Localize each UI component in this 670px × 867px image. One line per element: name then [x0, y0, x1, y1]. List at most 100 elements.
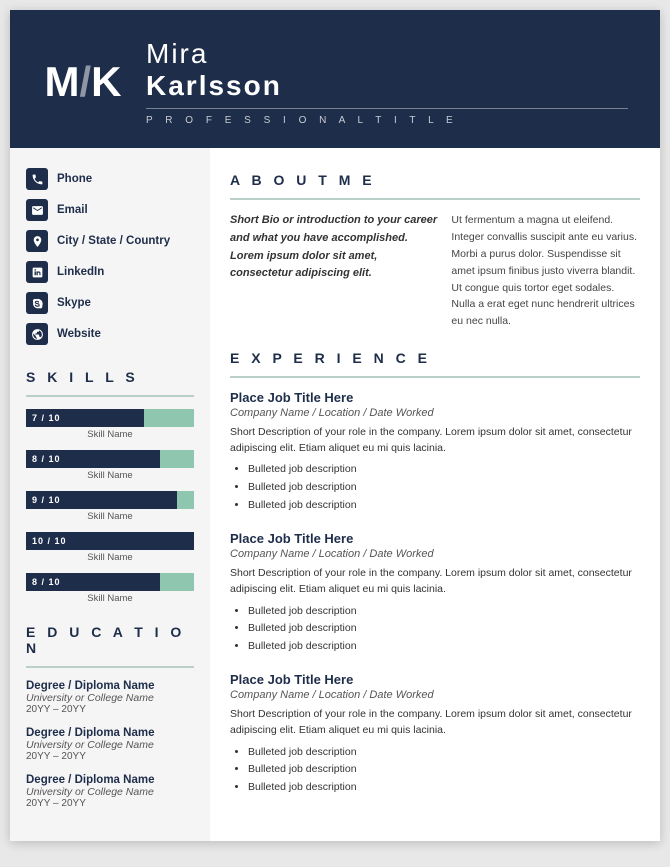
skill-score: 8 / 10: [26, 450, 61, 468]
header-professional-title: P R O F E S S I O N A L T I T L E: [146, 115, 628, 126]
skype-icon: [26, 292, 48, 314]
exp-company: Company Name / Location / Date Worked: [230, 407, 640, 419]
skill-bar-fill: [160, 573, 194, 591]
experience-divider: [230, 376, 640, 378]
skill-bar: 8 / 10: [26, 450, 194, 468]
contact-location: City / State / Country: [26, 230, 194, 252]
education-item: Degree / Diploma Name University or Coll…: [26, 774, 194, 809]
exp-title: Place Job Title Here: [230, 390, 640, 405]
exp-bullet: Bulleted job description: [248, 744, 640, 762]
exp-bullet: Bulleted job description: [248, 497, 640, 515]
experience-item: Place Job Title Here Company Name / Loca…: [230, 672, 640, 797]
skill-bar-fill: [177, 491, 194, 509]
experience-list: Place Job Title Here Company Name / Loca…: [230, 390, 640, 797]
skill-item: 10 / 10 Skill Name: [26, 532, 194, 563]
skill-bar: 7 / 10: [26, 409, 194, 427]
skill-score: 8 / 10: [26, 573, 61, 591]
skill-bar: 10 / 10: [26, 532, 194, 550]
about-section-title: A B O U T M E: [230, 172, 640, 188]
about-section: A B O U T M E Short Bio or introduction …: [230, 172, 640, 330]
header-name-block: Mira Karlsson P R O F E S S I O N A L T …: [146, 38, 628, 126]
skill-bar-fill: [144, 409, 194, 427]
exp-desc: Short Description of your role in the co…: [230, 706, 640, 739]
edu-degree: Degree / Diploma Name: [26, 680, 194, 692]
exp-bullet: Bulleted job description: [248, 638, 640, 656]
exp-company: Company Name / Location / Date Worked: [230, 548, 640, 560]
resume-header: M / K Mira Karlsson P R O F E S S I O N …: [10, 10, 660, 148]
about-bio-left: Short Bio or introduction to your career…: [230, 212, 437, 330]
exp-bullet: Bulleted job description: [248, 479, 640, 497]
exp-bullet: Bulleted job description: [248, 779, 640, 797]
contact-phone: Phone: [26, 168, 194, 190]
education-list: Degree / Diploma Name University or Coll…: [26, 680, 194, 809]
experience-section-title: E X P E R I E N C E: [230, 350, 640, 366]
skills-section: S K I L L S 7 / 10 Skill Name 8 / 10 Ski…: [26, 369, 194, 604]
exp-bullet: Bulleted job description: [248, 761, 640, 779]
contact-website-label: Website: [57, 328, 101, 340]
left-column: Phone Email City / State / Country: [10, 148, 210, 841]
edu-school: University or College Name: [26, 739, 194, 751]
edu-year: 20YY – 20YY: [26, 798, 194, 809]
edu-school: University or College Name: [26, 786, 194, 798]
logo-slash: /: [79, 61, 89, 103]
skills-list: 7 / 10 Skill Name 8 / 10 Skill Name 9 / …: [26, 409, 194, 604]
skill-item: 7 / 10 Skill Name: [26, 409, 194, 440]
contact-phone-label: Phone: [57, 173, 92, 185]
logo-initial-k: K: [91, 61, 119, 103]
header-firstname: Mira: [146, 38, 208, 69]
about-divider: [230, 198, 640, 200]
skill-item: 8 / 10 Skill Name: [26, 573, 194, 604]
skills-section-title: S K I L L S: [26, 369, 194, 385]
skill-name: Skill Name: [26, 552, 194, 563]
exp-desc: Short Description of your role in the co…: [230, 565, 640, 598]
body-wrap: Phone Email City / State / Country: [10, 148, 660, 841]
about-bio-right: Ut fermentum a magna ut eleifend. Intege…: [451, 212, 640, 330]
skill-name: Skill Name: [26, 429, 194, 440]
skills-divider: [26, 395, 194, 397]
logo-box: M / K: [42, 61, 122, 103]
skill-bar: 9 / 10: [26, 491, 194, 509]
contact-website: Website: [26, 323, 194, 345]
skill-bar: 8 / 10: [26, 573, 194, 591]
email-icon: [26, 199, 48, 221]
header-divider: [146, 108, 628, 109]
skill-name: Skill Name: [26, 470, 194, 481]
exp-title: Place Job Title Here: [230, 531, 640, 546]
education-item: Degree / Diploma Name University or Coll…: [26, 680, 194, 715]
skill-item: 8 / 10 Skill Name: [26, 450, 194, 481]
edu-school: University or College Name: [26, 692, 194, 704]
edu-year: 20YY – 20YY: [26, 751, 194, 762]
logo-initial-m: M: [44, 61, 77, 103]
linkedin-icon: [26, 261, 48, 283]
about-inner: Short Bio or introduction to your career…: [230, 212, 640, 330]
header-lastname: Karlsson: [146, 70, 282, 101]
resume-document: M / K Mira Karlsson P R O F E S S I O N …: [10, 10, 660, 841]
contact-email: Email: [26, 199, 194, 221]
experience-item: Place Job Title Here Company Name / Loca…: [230, 390, 640, 515]
exp-desc: Short Description of your role in the co…: [230, 424, 640, 457]
skill-score: 7 / 10: [26, 409, 61, 427]
skill-bar-fill: [160, 450, 194, 468]
education-section: E D U C A T I O N Degree / Diploma Name …: [26, 624, 194, 809]
contact-email-label: Email: [57, 204, 88, 216]
exp-bullets: Bulleted job descriptionBulleted job des…: [230, 603, 640, 657]
exp-company: Company Name / Location / Date Worked: [230, 689, 640, 701]
education-item: Degree / Diploma Name University or Coll…: [26, 727, 194, 762]
edu-degree: Degree / Diploma Name: [26, 727, 194, 739]
skill-name: Skill Name: [26, 593, 194, 604]
contact-linkedin-label: LinkedIn: [57, 266, 104, 278]
exp-title: Place Job Title Here: [230, 672, 640, 687]
contact-location-label: City / State / Country: [57, 235, 170, 247]
skill-name: Skill Name: [26, 511, 194, 522]
skill-item: 9 / 10 Skill Name: [26, 491, 194, 522]
edu-year: 20YY – 20YY: [26, 704, 194, 715]
exp-bullets: Bulleted job descriptionBulleted job des…: [230, 744, 640, 798]
location-icon: [26, 230, 48, 252]
phone-icon: [26, 168, 48, 190]
header-fullname: Mira Karlsson: [146, 38, 628, 102]
education-divider: [26, 666, 194, 668]
skill-score: 9 / 10: [26, 491, 61, 509]
exp-bullet: Bulleted job description: [248, 461, 640, 479]
contact-linkedin: LinkedIn: [26, 261, 194, 283]
exp-bullets: Bulleted job descriptionBulleted job des…: [230, 461, 640, 515]
